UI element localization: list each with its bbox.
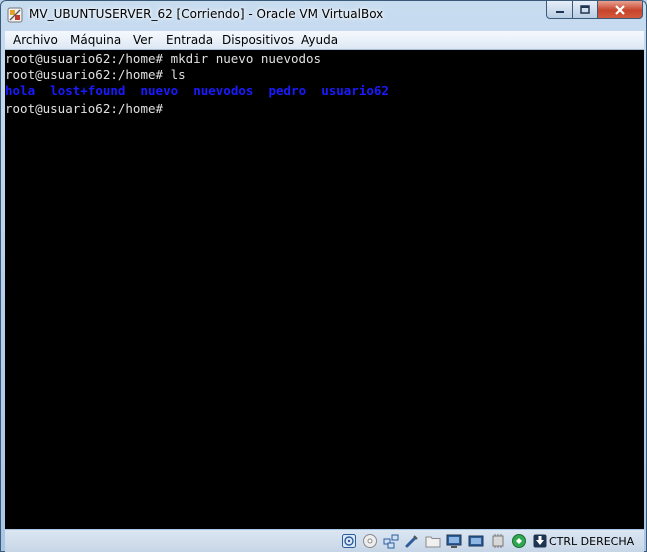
menu-maquina[interactable]: Máquina	[70, 33, 121, 47]
virtualbox-app-icon[interactable]	[7, 7, 23, 23]
close-icon	[615, 4, 625, 15]
close-button[interactable]	[597, 1, 643, 19]
usb-icon[interactable]	[404, 533, 420, 549]
ls-entry-usuario62: usuario62	[321, 83, 389, 98]
minimize-icon	[555, 10, 564, 13]
network-icon[interactable]	[383, 533, 399, 549]
ls-entry-pedro: pedro	[268, 83, 307, 98]
menu-dispositivos[interactable]: Dispositivos	[222, 33, 294, 47]
terminal-line-mkdir: root@usuario62:/home# mkdir nuevo nuevod…	[5, 51, 322, 66]
hard-disk-icon[interactable]	[341, 533, 357, 549]
title-bar[interactable]: MV_UBUNTUSERVER_62 [Corriendo] - Oracle …	[1, 1, 646, 29]
menu-ver[interactable]: Ver	[133, 33, 153, 47]
terminal-prompt-line: root@usuario62:/home#	[5, 99, 644, 116]
menu-archivo[interactable]: Archivo	[13, 33, 58, 47]
ls-entry-lost-found: lost+found	[50, 83, 126, 98]
terminal-cursor	[171, 99, 178, 113]
keyboard-arrow-icon[interactable]	[532, 533, 548, 549]
terminal-ls-output: hola lost+found nuevo nuevodos pedro usu…	[5, 83, 644, 99]
status-bar: CTRL DERECHA	[5, 530, 644, 552]
menu-bar: Archivo Máquina Ver Entrada Dispositivos…	[5, 31, 644, 50]
video-capture-icon[interactable]	[468, 533, 484, 549]
display-icon[interactable]	[446, 533, 462, 549]
cpu-icon[interactable]	[490, 533, 506, 549]
vm-console-screen[interactable]: root@usuario62:/home# mkdir nuevo nuevod…	[5, 50, 644, 529]
ls-entry-nuevo: nuevo	[140, 83, 179, 98]
ls-entry-hola: hola	[5, 83, 36, 98]
maximize-icon	[580, 5, 590, 14]
host-key-label: CTRL DERECHA	[549, 535, 635, 548]
ls-entry-nuevodos: nuevodos	[193, 83, 254, 98]
maximize-button[interactable]	[572, 1, 598, 19]
mouse-integration-icon[interactable]	[511, 533, 527, 549]
terminal-line-ls: root@usuario62:/home# ls	[5, 67, 186, 82]
shared-folders-icon[interactable]	[425, 533, 441, 549]
window-title: MV_UBUNTUSERVER_62 [Corriendo] - Oracle …	[29, 7, 384, 21]
menu-entrada[interactable]: Entrada	[166, 33, 213, 47]
optical-drive-icon[interactable]	[362, 533, 378, 549]
virtualbox-window: MV_UBUNTUSERVER_62 [Corriendo] - Oracle …	[0, 0, 647, 552]
terminal-prompt: root@usuario62:/home#	[5, 101, 171, 116]
menu-ayuda[interactable]: Ayuda	[301, 33, 338, 47]
minimize-button[interactable]	[546, 1, 573, 19]
